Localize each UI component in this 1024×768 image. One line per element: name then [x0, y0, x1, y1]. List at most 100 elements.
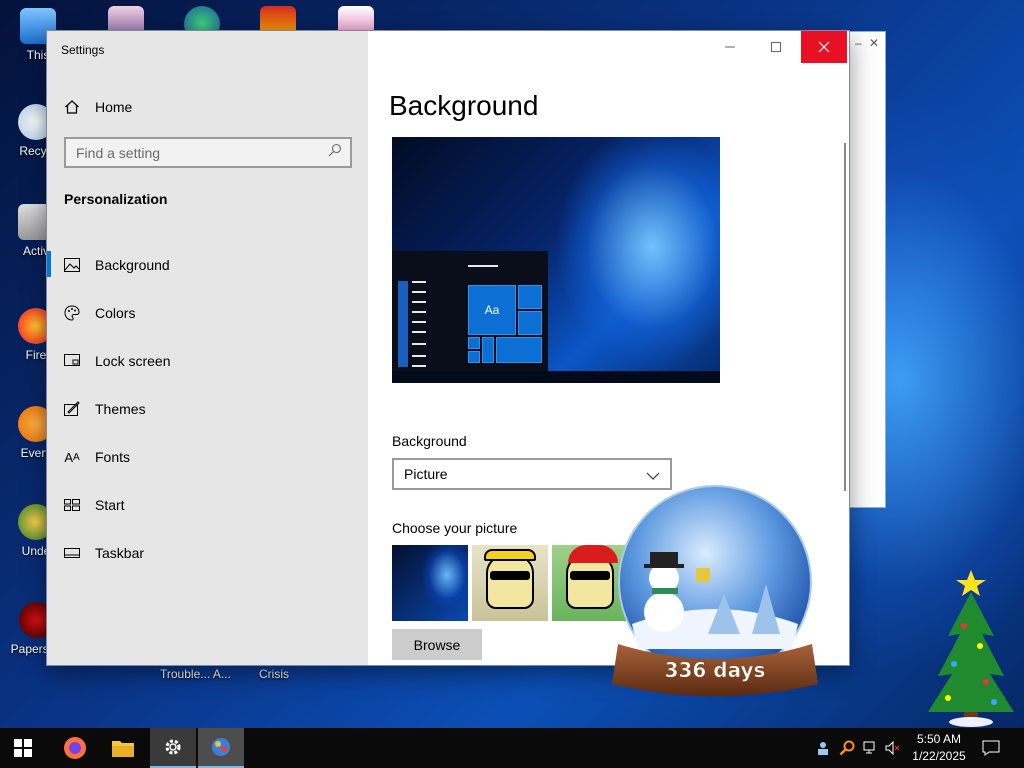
search-box[interactable]	[64, 137, 352, 168]
sidebar-item-themes[interactable]: Themes	[47, 385, 368, 433]
search-tray-icon[interactable]	[837, 738, 857, 758]
sidebar-item-taskbar[interactable]: Taskbar	[47, 529, 368, 577]
desktop-caption: Trouble... A...	[160, 667, 231, 681]
sidebar-item-label: Themes	[95, 401, 146, 417]
background-window-body	[849, 52, 879, 501]
preview-line	[412, 291, 426, 293]
fonts-icon: AA	[64, 449, 80, 465]
clock[interactable]: 5:50 AM 1/22/2025	[906, 731, 972, 765]
network-user-icon[interactable]	[813, 738, 833, 758]
home-icon	[63, 98, 81, 116]
sidebar-item-lock-screen[interactable]: Lock screen	[47, 337, 368, 385]
maximize-button[interactable]	[753, 31, 799, 63]
search-input[interactable]	[76, 144, 328, 161]
sidebar-nav: Background Colors Lock screen Themes A A…	[47, 241, 368, 577]
preview-start-column	[398, 281, 408, 367]
preview-line	[412, 311, 426, 313]
start-button[interactable]	[0, 728, 46, 768]
sidebar-item-label: Colors	[95, 305, 136, 321]
sidebar-item-label: Background	[95, 257, 170, 273]
desktop-icon-label: Fire	[25, 348, 47, 362]
close-icon	[818, 41, 830, 53]
taskbar: 5:50 AM 1/22/2025	[0, 728, 1024, 768]
maximize-icon	[771, 42, 781, 52]
close-button[interactable]	[801, 31, 847, 63]
preview-tile	[518, 311, 542, 335]
preview-line	[412, 355, 426, 357]
sidebar-item-label: Taskbar	[95, 545, 145, 561]
app-globe-icon	[212, 738, 230, 756]
preview-start-menu: Aa	[392, 251, 548, 371]
taskbar-file-explorer[interactable]	[100, 728, 146, 768]
picture-thumbnail[interactable]	[472, 545, 548, 621]
start-icon	[63, 496, 81, 514]
taskbar-app[interactable]	[198, 728, 244, 768]
page-title: Background	[389, 90, 539, 121]
palette-icon	[63, 304, 81, 322]
christmas-tree-decoration	[924, 566, 1018, 728]
preview-tile	[468, 337, 480, 349]
taskbar-firefox[interactable]	[52, 728, 98, 768]
preview-line	[412, 331, 426, 333]
section-title: Personalization	[64, 191, 168, 207]
desktop-icon-label: This	[26, 48, 50, 62]
sidebar-item-start[interactable]: Start	[47, 481, 368, 529]
volume-muted-icon[interactable]	[883, 738, 903, 758]
choose-picture-label: Choose your picture	[392, 520, 518, 536]
sidebar-item-label: Fonts	[95, 449, 131, 465]
windows-logo-icon	[14, 739, 32, 757]
christmas-tree-icon	[928, 570, 1014, 727]
search-icon[interactable]	[328, 143, 342, 162]
dropdown-value: Picture	[404, 466, 448, 482]
snow-globe-icon: 336 days	[612, 485, 818, 697]
notifications-icon[interactable]	[981, 738, 1001, 758]
preview-line	[412, 365, 426, 367]
window-title: Settings	[61, 43, 105, 57]
minimize-icon	[725, 46, 735, 48]
scrollbar[interactable]	[844, 143, 846, 491]
preview-line	[412, 281, 426, 283]
sidebar-item-label: Lock screen	[95, 353, 171, 369]
preview-tile-aa: Aa	[468, 285, 516, 335]
sidebar-item-fonts[interactable]: AA Fonts	[47, 433, 368, 481]
picture-thumbnail[interactable]	[392, 545, 468, 621]
minimize-button[interactable]	[707, 31, 753, 63]
network-icon[interactable]	[861, 738, 881, 758]
preview-tile	[468, 351, 480, 363]
background-type-label: Background	[392, 433, 467, 449]
picture-icon	[63, 256, 81, 274]
home-label: Home	[95, 99, 133, 115]
gear-icon	[165, 739, 181, 755]
clock-date: 1/22/2025	[912, 749, 966, 763]
snow-globe-widget[interactable]: 336 days	[612, 484, 818, 704]
cartoon-sunglasses	[570, 571, 610, 580]
folder-icon	[112, 741, 134, 757]
preview-line	[412, 343, 426, 345]
browse-button[interactable]: Browse	[392, 629, 482, 660]
clock-time: 5:50 AM	[916, 732, 962, 746]
themes-icon	[63, 400, 81, 418]
countdown-text: 336 days	[665, 658, 766, 682]
sidebar-item-home[interactable]: Home	[63, 97, 132, 117]
preview-tile	[518, 285, 542, 309]
background-preview: Aa	[392, 137, 720, 383]
preview-header-line	[468, 265, 498, 267]
minimize-icon[interactable]: –	[855, 36, 862, 50]
preview-line	[412, 301, 426, 303]
preview-line	[412, 321, 426, 323]
taskbar-settings[interactable]	[150, 728, 196, 768]
cartoon-sunglasses	[490, 571, 530, 580]
firefox-icon	[64, 737, 86, 759]
close-icon[interactable]: ✕	[869, 36, 879, 50]
chevron-down-icon	[646, 468, 660, 484]
cartoon-hat	[484, 549, 536, 561]
cartoon-face	[566, 555, 614, 609]
sidebar-item-colors[interactable]: Colors	[47, 289, 368, 337]
preview-tile	[496, 337, 542, 363]
taskbar-icon	[63, 544, 81, 562]
lock-screen-icon	[63, 352, 81, 370]
sidebar-item-label: Start	[95, 497, 125, 513]
sidebar-item-background[interactable]: Background	[47, 241, 368, 289]
preview-taskbar	[392, 371, 720, 383]
desktop-icon-label: Activ	[22, 244, 49, 258]
